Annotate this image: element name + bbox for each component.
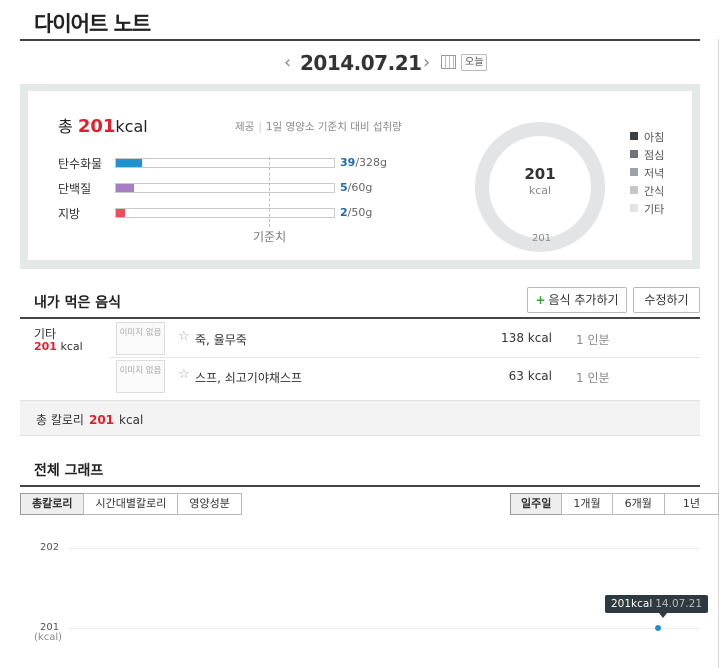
tab-week[interactable]: 일주일 — [510, 493, 563, 515]
legend-swatch — [630, 168, 638, 176]
gridline-201 — [68, 628, 700, 629]
calendar-icon[interactable] — [441, 55, 456, 69]
gridline-202 — [68, 548, 700, 549]
standard-marker-line — [269, 157, 270, 227]
eaten-food-title: 내가 먹은 음식 — [34, 295, 122, 311]
y-tick-label: 202 — [40, 542, 60, 553]
summary-panel: 총 201kcal 제공 | 1일 영양소 기준치 대비 섭취량 탄수화물 39/3… — [20, 84, 700, 269]
total-prefix: 총 — [58, 117, 73, 136]
food-name: 죽, 율무죽 — [195, 333, 247, 347]
prev-date-arrow-icon[interactable]: ‹ — [284, 53, 291, 73]
food-item[interactable]: 이미지 없음 ☆ 죽, 율무죽 138 kcal 1 인분 — [110, 319, 700, 357]
donut-total-label: 201 — [532, 233, 552, 244]
nutrient-label: 단백질 — [58, 182, 92, 196]
tab-6-months[interactable]: 6개월 — [611, 493, 665, 515]
provide-label: 제공 — [235, 121, 255, 133]
nutrient-bar-fill — [116, 159, 142, 167]
next-date-arrow-icon[interactable]: › — [423, 53, 430, 73]
food-name: 스프, 쇠고기야채스프 — [195, 371, 302, 385]
no-image-placeholder: 이미지 없음 — [116, 322, 165, 355]
calorie-line-chart: 202 201 (kcal) 201kcal 14.07.21 — [20, 530, 710, 668]
legend-label: 기타 — [644, 203, 665, 216]
today-button[interactable]: 오늘 — [461, 54, 488, 71]
legend-item-other: 기타 — [630, 201, 690, 219]
star-icon[interactable]: ☆ — [178, 367, 190, 382]
legend-item-lunch: 점심 — [630, 147, 690, 165]
food-category-kcal: 201 kcal — [34, 340, 83, 353]
no-image-placeholder: 이미지 없음 — [116, 360, 165, 393]
food-kcal: 138 kcal — [501, 331, 552, 345]
right-border — [718, 39, 719, 668]
food-kcal: 63 kcal — [508, 369, 552, 383]
tab-1-year[interactable]: 1년 — [663, 493, 719, 515]
legend-label: 점심 — [644, 149, 665, 162]
data-point[interactable] — [655, 625, 661, 631]
star-icon[interactable]: ☆ — [178, 329, 190, 344]
nutrient-row-protein: 단백질 5/60g — [58, 180, 388, 196]
legend-label: 아침 — [644, 131, 665, 144]
meal-legend: 아침 점심 저녁 간식 기타 — [630, 129, 690, 219]
tab-hourly-calorie[interactable]: 시간대별칼로리 — [83, 493, 179, 515]
tab-nutrients[interactable]: 영양성분 — [177, 493, 242, 515]
nutrient-row-fat: 지방 2/50g — [58, 205, 388, 221]
graph-title: 전체 그래프 — [34, 463, 104, 479]
donut-unit: kcal — [528, 184, 552, 197]
graph-period-tabs: 일주일 1개월 6개월 1년 — [510, 493, 719, 515]
legend-label: 저녁 — [644, 167, 665, 180]
provide-note: 제공 | 1일 영양소 기준치 대비 섭취량 — [235, 121, 402, 133]
total-kcal-unit: kcal — [115, 117, 148, 136]
nutrient-bar-track — [115, 208, 335, 218]
total-kcal-value: 201 — [77, 116, 116, 137]
nutrient-value: 5/60g — [340, 181, 373, 194]
food-item[interactable]: 이미지 없음 ☆ 스프, 쇠고기야채스프 63 kcal 1 인분 — [110, 357, 700, 395]
nutrient-label: 지방 — [58, 207, 81, 221]
current-date: 2014.07.21 — [300, 51, 422, 75]
legend-label: 간식 — [644, 185, 665, 198]
tooltip-tail — [659, 613, 667, 618]
nutrient-bar-track — [115, 158, 335, 168]
page-title: 다이어트 노트 — [34, 12, 151, 36]
y-unit-label: (kcal) — [34, 632, 62, 643]
total-kcal: 총 201kcal — [58, 113, 148, 137]
nutrient-value: 2/50g — [340, 206, 373, 219]
data-point-tooltip: 201kcal 14.07.21 — [605, 595, 709, 613]
title-divider — [20, 39, 700, 41]
legend-swatch — [630, 132, 638, 140]
food-portion: 1 인분 — [576, 333, 610, 347]
nutrient-bar-fill — [116, 209, 125, 217]
legend-swatch — [630, 150, 638, 158]
standard-label: 기준치 — [253, 230, 287, 244]
total-calorie-label: 총 칼로리 201 kcal — [36, 413, 144, 427]
summary-card: 총 201kcal 제공 | 1일 영양소 기준치 대비 섭취량 탄수화물 39/3… — [28, 91, 692, 260]
graph-type-tabs: 총칼로리 시간대별칼로리 영양성분 — [20, 493, 242, 515]
tab-1-month[interactable]: 1개월 — [561, 493, 613, 515]
plus-icon: + — [535, 293, 546, 307]
food-portion: 1 인분 — [576, 371, 610, 385]
edit-button[interactable]: 수정하기 — [633, 287, 700, 313]
date-navigator: ‹ 2014.07.21 › 오늘 — [0, 50, 723, 76]
legend-swatch — [630, 204, 638, 212]
nutrient-value: 39/328g — [340, 156, 387, 169]
tab-total-calorie[interactable]: 총칼로리 — [20, 493, 85, 515]
legend-item-breakfast: 아침 — [630, 129, 690, 147]
nutrient-bar-track — [115, 183, 335, 193]
legend-item-snack: 간식 — [630, 183, 690, 201]
provide-desc: 1일 영양소 기준치 대비 섭취량 — [265, 121, 402, 133]
legend-item-dinner: 저녁 — [630, 165, 690, 183]
add-food-button[interactable]: + 음식 추가하기 — [527, 287, 627, 313]
nutrient-row-carbs: 탄수화물 39/328g — [58, 155, 388, 171]
add-food-label: 음식 추가하기 — [548, 293, 619, 307]
graph-divider — [20, 485, 700, 487]
total-calorie-bar: 총 칼로리 201 kcal — [20, 400, 700, 436]
nutrient-bar-fill — [116, 184, 134, 192]
legend-swatch — [630, 186, 638, 194]
nutrient-label: 탄수화물 — [58, 157, 103, 171]
donut-value: 201 — [524, 165, 556, 183]
